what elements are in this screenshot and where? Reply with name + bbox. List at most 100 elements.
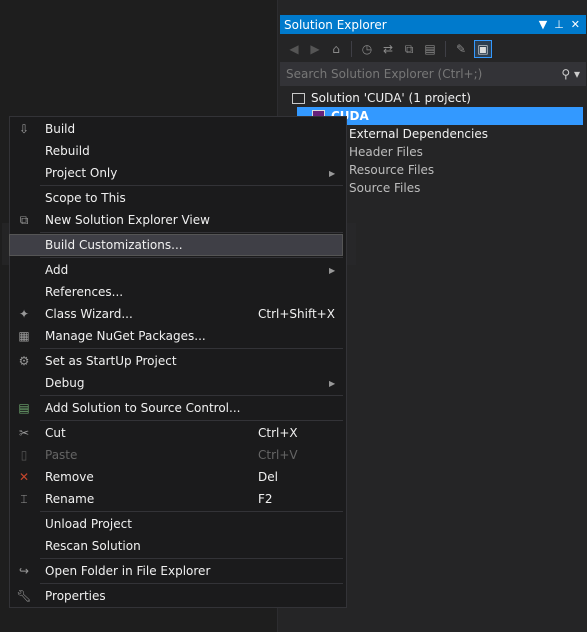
menu-item-label: Rename — [45, 492, 95, 506]
menu-item-label: Class Wizard... — [45, 307, 133, 321]
menu-separator — [40, 395, 343, 396]
menu-item-label: References... — [45, 285, 124, 299]
menu-item-project-only[interactable]: Project Only ▶ — [10, 162, 346, 184]
paste-icon: ▯ — [20, 448, 28, 462]
tree-item-solution[interactable]: Solution 'CUDA' (1 project) — [292, 89, 471, 107]
menu-item-label: Build Customizations... — [45, 238, 183, 252]
collapse-all-icon[interactable]: ⧉ — [401, 41, 417, 57]
menu-item-build-customizations[interactable]: Build Customizations... — [9, 234, 343, 256]
menu-item-references[interactable]: References... — [10, 281, 346, 303]
menu-item-new-solution-explorer-view[interactable]: ⧉ New Solution Explorer View — [10, 209, 346, 231]
menu-separator — [40, 232, 343, 233]
menu-item-set-startup[interactable]: ⚙ Set as StartUp Project — [10, 350, 346, 372]
menu-item-paste[interactable]: ▯ Paste Ctrl+V — [10, 444, 346, 466]
menu-item-label: Rescan Solution — [45, 539, 141, 553]
menu-item-label: Unload Project — [45, 517, 132, 531]
menu-item-label: Scope to This — [45, 191, 126, 205]
sync-icon[interactable]: ⇄ — [380, 41, 396, 57]
menu-item-add[interactable]: Add ▶ — [10, 259, 346, 281]
tree-item-label: Header Files — [349, 145, 423, 159]
gear-icon: ⚙ — [18, 354, 30, 368]
wrench-icon: 🔧︎ — [16, 589, 32, 603]
menu-item-properties[interactable]: 🔧︎ Properties — [10, 585, 346, 607]
search-icon[interactable]: ⚲ ▾ — [561, 67, 580, 81]
menu-item-label: Project Only — [45, 166, 118, 180]
pending-changes-filter-icon[interactable]: ◷ — [359, 41, 375, 57]
menu-item-manage-nuget[interactable]: ▦ Manage NuGet Packages... — [10, 325, 346, 347]
menu-item-cut[interactable]: ✂ Cut Ctrl+X — [10, 422, 346, 444]
scissors-icon: ✂ — [18, 426, 30, 440]
panel-title: Solution Explorer — [284, 17, 387, 32]
submenu-arrow-icon: ▶ — [329, 168, 336, 178]
menu-item-shortcut: F2 — [258, 492, 273, 506]
tree-item-external-dependencies[interactable]: External Dependencies — [349, 125, 488, 143]
new-view-icon: ⧉ — [19, 212, 29, 227]
menu-item-label: Remove — [45, 470, 94, 484]
show-all-files-icon[interactable]: ▤ — [422, 41, 438, 57]
menu-item-label: New Solution Explorer View — [45, 213, 210, 227]
menu-separator — [40, 511, 343, 512]
menu-item-rename[interactable]: ⌶ Rename F2 — [10, 488, 346, 510]
menu-item-label: Debug — [45, 376, 85, 390]
menu-separator — [40, 348, 343, 349]
menu-item-build[interactable]: ⇩ Build — [10, 118, 346, 140]
menu-separator — [40, 257, 343, 258]
submenu-arrow-icon: ▶ — [329, 378, 336, 388]
project-context-menu: ⇩ Build Rebuild Project Only ▶ Scope to … — [9, 116, 347, 608]
menu-item-label: Rebuild — [45, 144, 90, 158]
menu-separator — [40, 558, 343, 559]
menu-item-unload-project[interactable]: Unload Project — [10, 513, 346, 535]
tree-item-label: External Dependencies — [349, 127, 489, 141]
remove-x-icon: ✕ — [18, 470, 30, 484]
menu-item-rebuild[interactable]: Rebuild — [10, 140, 346, 162]
home-icon[interactable]: ⌂ — [328, 41, 344, 57]
back-icon[interactable]: ◀ — [286, 41, 302, 57]
tree-item-label: Resource Files — [349, 163, 435, 177]
menu-item-add-source-control[interactable]: ▤ Add Solution to Source Control... — [10, 397, 346, 419]
toolbar-separator — [445, 41, 446, 57]
menu-item-label: Add — [45, 263, 69, 277]
tree-item-resource-files[interactable]: Resource Files — [349, 161, 434, 179]
class-wizard-icon: ✦ — [18, 307, 30, 321]
menu-separator — [40, 420, 343, 421]
build-icon: ⇩ — [18, 122, 30, 136]
menu-item-debug[interactable]: Debug ▶ — [10, 372, 346, 394]
close-icon[interactable]: ✕ — [571, 18, 580, 31]
menu-item-label: Set as StartUp Project — [45, 354, 177, 368]
forward-icon[interactable]: ▶ — [307, 41, 323, 57]
tree-item-source-files[interactable]: Source Files — [349, 179, 420, 197]
preview-selected-items-icon[interactable]: ▣ — [474, 40, 492, 58]
nuget-icon: ▦ — [18, 329, 30, 343]
menu-item-shortcut: Del — [258, 470, 278, 484]
open-folder-arrow-icon: ↪ — [18, 564, 30, 578]
menu-item-shortcut: Ctrl+Shift+X — [258, 307, 335, 321]
search-box[interactable]: Search Solution Explorer (Ctrl+;) ⚲ ▾ — [280, 62, 586, 86]
menu-item-label: Manage NuGet Packages... — [45, 329, 206, 343]
solution-explorer-title-bar: Solution Explorer ▼ ⊥ ✕ — [280, 15, 586, 34]
solution-explorer-toolbar: ◀ ▶ ⌂ ◷ ⇄ ⧉ ▤ ✎ ▣ — [280, 36, 586, 62]
menu-separator — [40, 583, 343, 584]
solution-icon — [292, 92, 305, 104]
dropdown-arrow-icon[interactable]: ▼ — [539, 18, 547, 31]
tree-item-label: Source Files — [349, 181, 421, 195]
menu-item-label: Open Folder in File Explorer — [45, 564, 211, 578]
menu-item-label: Build — [45, 122, 76, 136]
menu-item-label: Properties — [45, 589, 106, 603]
rename-icon: ⌶ — [20, 491, 28, 506]
tree-item-header-files[interactable]: Header Files — [349, 143, 423, 161]
menu-item-label: Add Solution to Source Control... — [45, 401, 241, 415]
menu-item-class-wizard[interactable]: ✦ Class Wizard... Ctrl+Shift+X — [10, 303, 346, 325]
pin-icon[interactable]: ⊥ — [554, 18, 564, 31]
menu-item-label: Paste — [45, 448, 78, 462]
tree-item-label: Solution 'CUDA' (1 project) — [311, 91, 471, 105]
search-input[interactable]: Search Solution Explorer (Ctrl+;) — [286, 67, 482, 81]
menu-item-open-folder[interactable]: ↪ Open Folder in File Explorer — [10, 560, 346, 582]
submenu-arrow-icon: ▶ — [329, 265, 336, 275]
menu-item-rescan-solution[interactable]: Rescan Solution — [10, 535, 346, 557]
source-control-icon: ▤ — [18, 401, 30, 415]
menu-item-remove[interactable]: ✕ Remove Del — [10, 466, 346, 488]
properties-wrench-icon[interactable]: ✎ — [453, 41, 469, 57]
menu-item-scope-to-this[interactable]: Scope to This — [10, 187, 346, 209]
menu-item-label: Cut — [45, 426, 66, 440]
menu-item-shortcut: Ctrl+V — [258, 448, 298, 462]
